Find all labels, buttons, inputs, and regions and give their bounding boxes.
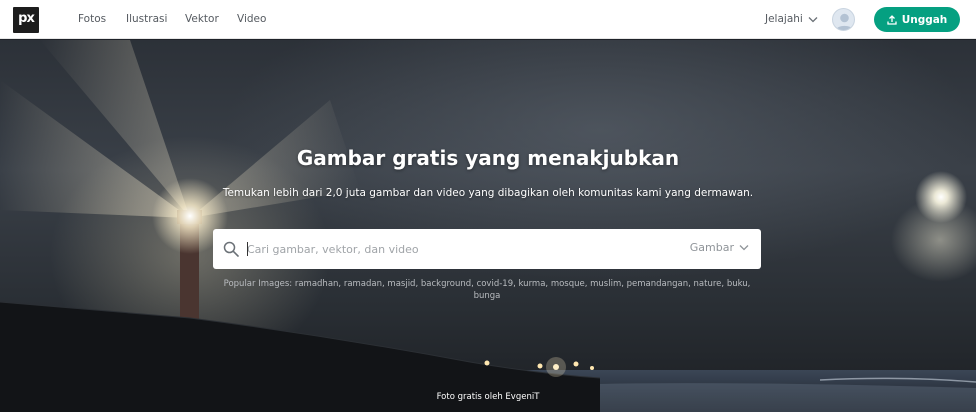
text-cursor	[247, 242, 248, 256]
chevron-down-icon	[739, 245, 749, 251]
popular-tag[interactable]: ramadan	[344, 279, 382, 289]
upload-button[interactable]: Unggah	[874, 7, 960, 32]
popular-tag[interactable]: masjid	[387, 279, 415, 289]
photo-credit-link[interactable]: Foto gratis oleh EvgeniT	[0, 392, 976, 402]
upload-icon	[887, 14, 897, 25]
popular-tag[interactable]: kurma	[519, 279, 546, 289]
nav-ilustrasi[interactable]: Ilustrasi	[126, 13, 167, 25]
hero-title: Gambar gratis yang menakjubkan	[296, 146, 680, 170]
popular-tag[interactable]: background	[421, 279, 471, 289]
search-bar: Gambar	[213, 229, 761, 269]
explore-menu[interactable]: Jelajahi	[765, 13, 818, 25]
popular-tag[interactable]: pemandangan	[627, 279, 688, 289]
popular-tag[interactable]: muslim	[590, 279, 621, 289]
media-type-value: Gambar	[689, 241, 734, 254]
popular-tag[interactable]: buku	[727, 279, 748, 289]
nav-video[interactable]: Video	[237, 13, 266, 25]
popular-tag[interactable]: mosque	[551, 279, 585, 289]
pixabay-logo[interactable]: px	[13, 7, 39, 33]
explore-label: Jelajahi	[765, 13, 803, 25]
upload-label: Unggah	[901, 13, 948, 26]
popular-tag[interactable]: nature	[694, 279, 722, 289]
nav-vektor[interactable]: Vektor	[185, 13, 219, 25]
popular-searches: Popular Images: ramadhan, ramadan, masji…	[223, 279, 751, 301]
search-input[interactable]	[247, 235, 667, 263]
chevron-down-icon	[808, 16, 818, 22]
hero-background-image	[0, 40, 976, 412]
nav-fotos[interactable]: Fotos	[78, 13, 106, 25]
user-avatar-icon[interactable]	[832, 8, 855, 31]
popular-tag[interactable]: covid-19	[477, 279, 514, 289]
top-header: px Fotos Ilustrasi Vektor Video Jelajahi…	[0, 0, 976, 39]
hero-section: Gambar gratis yang menakjubkan Temukan l…	[0, 40, 976, 412]
search-icon[interactable]	[222, 240, 240, 258]
popular-tag[interactable]: ramadhan	[295, 279, 339, 289]
popular-label: Popular Images:	[223, 279, 293, 289]
hero-subtitle: Temukan lebih dari 2,0 juta gambar dan v…	[222, 187, 754, 199]
popular-tag[interactable]: bunga	[474, 291, 501, 301]
media-type-select[interactable]: Gambar	[690, 241, 749, 254]
